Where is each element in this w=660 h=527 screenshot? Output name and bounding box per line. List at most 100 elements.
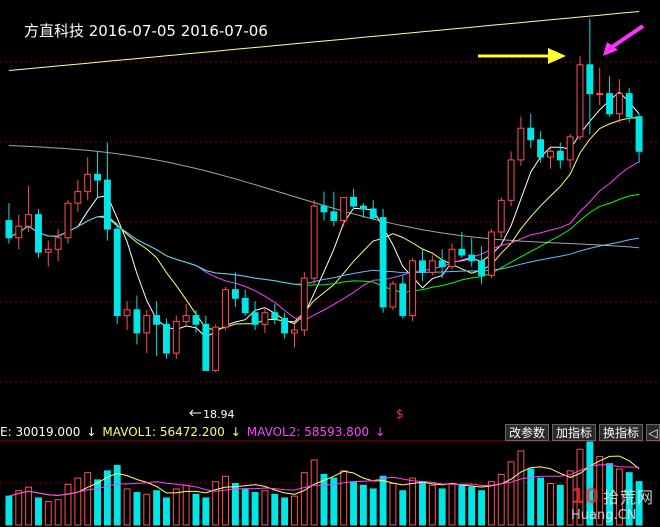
change-params-button[interactable]: 改参数 bbox=[505, 424, 550, 441]
candle-body bbox=[586, 64, 594, 95]
candle-body bbox=[359, 205, 367, 210]
candle-body bbox=[103, 179, 111, 230]
candle-body bbox=[330, 211, 338, 221]
mavol1-arrow-icon: ↓ bbox=[230, 425, 241, 439]
volume-bar bbox=[487, 481, 495, 526]
ma60-line bbox=[8, 216, 640, 285]
volume-bar bbox=[468, 486, 476, 526]
candle-body bbox=[25, 214, 33, 227]
candle-body bbox=[192, 315, 200, 325]
volume-bar bbox=[300, 472, 308, 526]
volume-bar bbox=[192, 493, 200, 526]
volume-bar bbox=[291, 495, 298, 526]
candle-body bbox=[556, 150, 564, 161]
candle-body bbox=[15, 225, 23, 239]
volume-bar bbox=[320, 473, 328, 526]
watermark-cn: 拾荒网 bbox=[602, 488, 654, 507]
candle-body bbox=[94, 173, 101, 181]
volume-bar bbox=[340, 470, 348, 526]
vol-arrow-icon: ↓ bbox=[86, 425, 97, 439]
candle-body bbox=[143, 315, 151, 334]
candle-body bbox=[271, 312, 279, 320]
volume-bar bbox=[64, 483, 72, 526]
volume-bar bbox=[44, 501, 52, 526]
volume-bar bbox=[35, 497, 42, 526]
mavol1-value: MAVOL1: 56472.200 bbox=[102, 425, 225, 439]
volume-bar bbox=[163, 497, 170, 526]
volume-bar bbox=[94, 479, 101, 526]
candle-body bbox=[320, 205, 328, 213]
volume-bar bbox=[458, 484, 466, 526]
add-indicator-button[interactable]: 加指标 bbox=[552, 424, 597, 441]
volume-bar bbox=[15, 490, 23, 526]
candle-body bbox=[113, 228, 121, 317]
volume-bar bbox=[517, 450, 525, 526]
candle-body bbox=[123, 309, 131, 317]
candle-body bbox=[419, 260, 426, 273]
collapse-icon[interactable]: ◁ bbox=[646, 424, 660, 441]
candle-body bbox=[517, 127, 525, 161]
vol-value: E: 30019.000 bbox=[0, 425, 81, 439]
volume-bar bbox=[222, 475, 229, 526]
volume-bar bbox=[507, 461, 515, 526]
volume-bar bbox=[428, 484, 436, 526]
low-marker: 18.94 bbox=[189, 408, 235, 421]
candle-body bbox=[537, 139, 545, 158]
candle-body bbox=[44, 248, 52, 253]
candle-body bbox=[74, 191, 82, 204]
candle-body bbox=[291, 329, 298, 334]
candle-body bbox=[527, 127, 535, 141]
candle-body bbox=[399, 283, 407, 317]
volume-bar bbox=[537, 477, 545, 526]
candle-body bbox=[478, 260, 485, 276]
volume-bar bbox=[359, 484, 367, 526]
volume-bar bbox=[547, 483, 554, 526]
volume-bar bbox=[123, 488, 131, 526]
candle-body bbox=[64, 202, 72, 239]
volume-bar bbox=[5, 495, 13, 526]
candle-body bbox=[202, 323, 210, 371]
volume-bar bbox=[379, 475, 387, 526]
candle-body bbox=[35, 214, 42, 253]
stock-chart: 18.94 $ 方直科技 2016-07-05 2016-07-06 E: 30… bbox=[0, 0, 660, 527]
candle-body bbox=[566, 136, 574, 161]
watermark-en: Huang.CN bbox=[571, 508, 637, 523]
candle-body bbox=[635, 116, 643, 152]
volume-bar bbox=[172, 488, 180, 526]
volume-bar bbox=[25, 486, 33, 526]
volume-bar bbox=[438, 488, 446, 526]
ma10-line bbox=[8, 117, 640, 331]
candle-body bbox=[231, 289, 239, 299]
candle-body bbox=[261, 312, 269, 325]
candle-body bbox=[300, 277, 308, 331]
candle-body bbox=[389, 283, 397, 308]
candle-body bbox=[153, 315, 161, 325]
volume-bar bbox=[241, 488, 249, 526]
candle-body bbox=[438, 260, 446, 268]
candle-body bbox=[487, 231, 495, 276]
candle-body bbox=[615, 93, 623, 115]
volume-bar bbox=[369, 488, 377, 526]
candle-body bbox=[222, 289, 229, 328]
mavol2-arrow-icon: ↓ bbox=[375, 425, 386, 439]
volume-bar bbox=[389, 483, 397, 526]
candle-body bbox=[251, 312, 259, 325]
candle-body bbox=[84, 173, 92, 193]
candle-body bbox=[172, 320, 180, 354]
ma20-line bbox=[8, 161, 640, 321]
candle-body bbox=[507, 159, 515, 201]
volume-bar bbox=[261, 490, 269, 526]
candle-body bbox=[281, 318, 289, 334]
candle-body bbox=[310, 205, 318, 279]
switch-indicator-button[interactable]: 换指标 bbox=[599, 424, 644, 441]
candle-body bbox=[409, 260, 417, 317]
chart-title: 方直科技 2016-07-05 2016-07-06 bbox=[24, 22, 268, 40]
volume-bar bbox=[202, 497, 210, 526]
candle-body bbox=[182, 315, 190, 322]
volume-bar bbox=[74, 477, 82, 526]
candle-body bbox=[212, 326, 220, 371]
volume-bar bbox=[143, 493, 151, 526]
volume-bar bbox=[310, 459, 318, 526]
volume-bar bbox=[409, 477, 417, 526]
candle-body bbox=[576, 64, 584, 138]
